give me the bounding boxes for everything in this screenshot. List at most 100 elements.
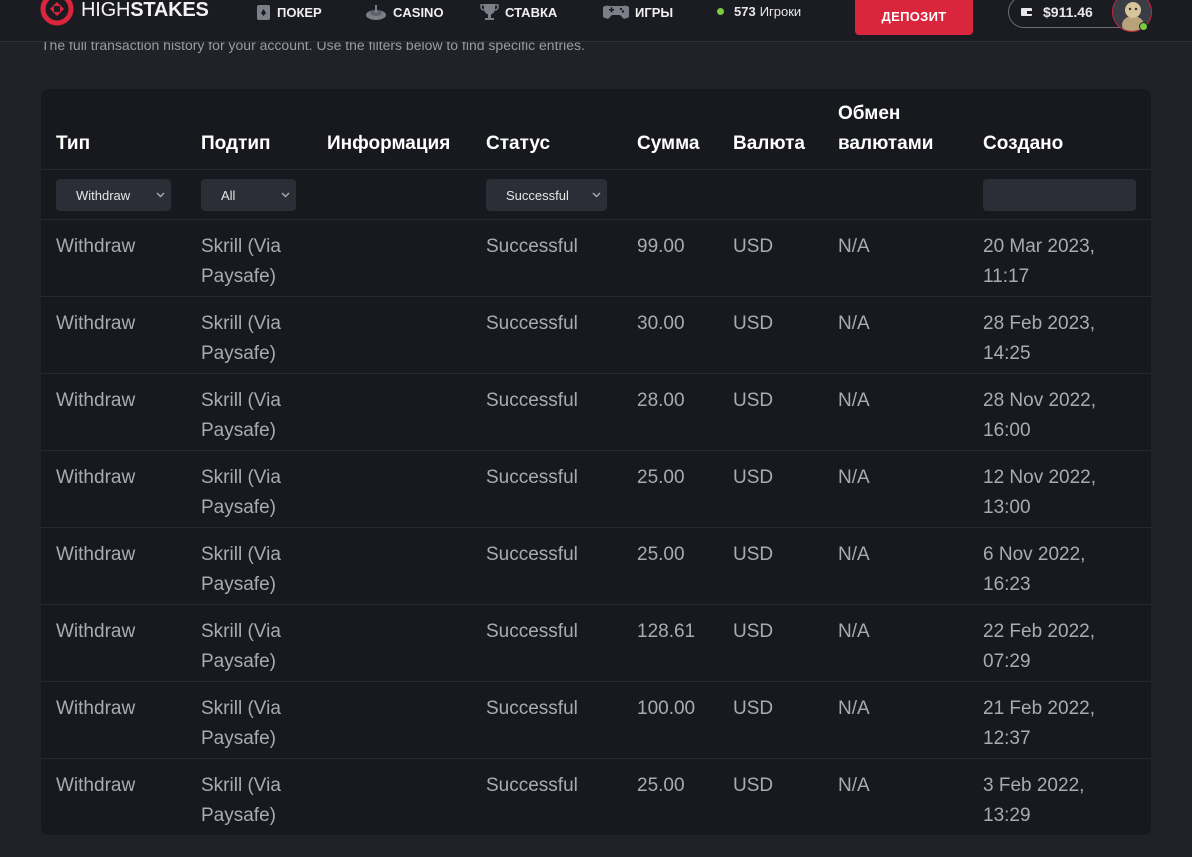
cell-amount: 128.61	[637, 621, 696, 642]
cell-type: Withdraw	[56, 390, 136, 411]
chevron-down-icon	[281, 192, 290, 198]
highstakes-logo-icon	[40, 0, 74, 26]
cell-created: 6 Nov 2022, 16:23	[983, 540, 1085, 600]
cell-currency: USD	[733, 544, 774, 565]
cell-type: Withdraw	[56, 621, 136, 642]
cell-subtype: Skrill (Via Paysafe)	[201, 232, 281, 292]
column-header-exchange-line2: валютами	[838, 133, 934, 154]
cell-created-line: 13:29	[983, 805, 1031, 826]
chevron-down-icon	[592, 192, 601, 198]
players-label: Игроки	[759, 4, 802, 19]
cell-created: 20 Mar 2023, 11:17	[983, 232, 1095, 292]
cell-subtype-line: Paysafe)	[201, 420, 276, 441]
type-filter-select[interactable]: Withdraw	[56, 179, 171, 211]
cell-type: Withdraw	[56, 467, 136, 488]
cell-status: Successful	[486, 621, 578, 642]
top-navigation-bar: HIGHSTAKES ПОКЕР CASINO СТАВКА ИГРЫ 573 …	[0, 0, 1192, 42]
cell-created-line: 16:00	[983, 420, 1031, 441]
cell-subtype-line: Paysafe)	[201, 343, 276, 364]
cell-subtype: Skrill (Via Paysafe)	[201, 463, 281, 523]
cell-exchange: N/A	[838, 467, 870, 488]
column-header-type[interactable]: Тип	[56, 129, 90, 159]
nav-games[interactable]: ИГРЫ	[603, 2, 673, 22]
cell-created-line: 6 Nov 2022,	[983, 544, 1086, 565]
cell-amount: 25.00	[637, 467, 685, 488]
table-row: Withdraw Skrill (Via Paysafe) Successful 30.…	[41, 297, 1151, 374]
cell-currency: USD	[733, 467, 774, 488]
cell-type: Withdraw	[56, 544, 136, 565]
cell-created: 3 Feb 2022, 13:29	[983, 771, 1084, 831]
table-row: Withdraw Skrill (Via Paysafe) Successful 25.…	[41, 451, 1151, 528]
cell-subtype: Skrill (Via Paysafe)	[201, 386, 281, 446]
cell-amount: 30.00	[637, 313, 685, 334]
column-header-currency[interactable]: Валюта	[733, 129, 805, 159]
column-header-exchange[interactable]: Обмен валютами	[838, 99, 933, 159]
table-row: Withdraw Skrill (Via Paysafe) Successful 25.…	[41, 759, 1151, 835]
cell-exchange: N/A	[838, 544, 870, 565]
cell-subtype: Skrill (Via Paysafe)	[201, 617, 281, 677]
cell-currency: USD	[733, 775, 774, 796]
cell-created: 21 Feb 2022, 12:37	[983, 694, 1095, 754]
nav-betting[interactable]: СТАВКА	[480, 2, 557, 22]
column-header-info[interactable]: Информация	[327, 129, 450, 159]
column-header-status[interactable]: Статус	[486, 129, 550, 159]
cell-subtype-line: Skrill (Via	[201, 467, 281, 488]
type-filter-value: Withdraw	[76, 187, 131, 203]
subtype-filter-select[interactable]: All	[201, 179, 296, 211]
status-filter-select[interactable]: Successful	[486, 179, 607, 211]
cell-subtype-line: Skrill (Via	[201, 775, 281, 796]
column-header-amount[interactable]: Сумма	[637, 129, 699, 159]
transactions-table: Тип Подтип Информация Статус Сумма Валют…	[41, 89, 1151, 835]
cell-subtype-line: Paysafe)	[201, 651, 276, 672]
cell-created-line: 22 Feb 2022,	[983, 621, 1095, 642]
cell-created-line: 11:17	[983, 266, 1030, 287]
online-players-counter: 573 Игроки	[717, 4, 801, 19]
column-header-exchange-line1: Обмен	[838, 103, 901, 124]
cell-created-line: 12 Nov 2022,	[983, 467, 1097, 488]
cell-created-line: 12:37	[983, 728, 1031, 749]
roulette-icon	[366, 4, 386, 20]
brand-name: HIGHSTAKES	[81, 0, 209, 21]
cell-created: 28 Feb 2023, 14:25	[983, 309, 1095, 369]
table-row: Withdraw Skrill (Via Paysafe) Successful 128…	[41, 605, 1151, 682]
cell-subtype-line: Skrill (Via	[201, 236, 281, 257]
table-row: Withdraw Skrill (Via Paysafe) Successful 25.…	[41, 528, 1151, 605]
cell-created-line: 16:23	[983, 574, 1031, 595]
cell-amount: 28.00	[637, 390, 685, 411]
poker-card-icon	[257, 4, 270, 20]
cell-created: 12 Nov 2022, 13:00	[983, 463, 1096, 523]
gamepad-icon	[603, 5, 629, 19]
subtype-filter-value: All	[221, 187, 236, 203]
column-header-subtype[interactable]: Подтип	[201, 129, 271, 159]
cell-type: Withdraw	[56, 775, 136, 796]
wallet-icon	[1021, 8, 1033, 16]
chevron-down-icon	[156, 192, 165, 198]
cell-amount: 99.00	[637, 236, 685, 257]
nav-poker[interactable]: ПОКЕР	[256, 2, 322, 22]
table-header: Тип Подтип Информация Статус Сумма Валют…	[41, 89, 1151, 170]
cell-exchange: N/A	[838, 621, 870, 642]
cell-created-line: 28 Feb 2023,	[983, 313, 1095, 334]
cell-created: 28 Nov 2022, 16:00	[983, 386, 1096, 446]
cell-status: Successful	[486, 390, 578, 411]
nav-games-label: ИГРЫ	[635, 4, 674, 20]
table-row: Withdraw Skrill (Via Paysafe) Successful 28.…	[41, 374, 1151, 451]
cell-subtype-line: Paysafe)	[201, 497, 276, 518]
cell-status: Successful	[486, 467, 578, 488]
balance-amount: $911.46	[1043, 4, 1093, 20]
deposit-button[interactable]: ДЕПОЗИТ	[855, 0, 973, 35]
table-row: Withdraw Skrill (Via Paysafe) Successful 100…	[41, 682, 1151, 759]
cell-type: Withdraw	[56, 698, 136, 719]
created-date-filter-input[interactable]	[983, 179, 1136, 211]
cell-currency: USD	[733, 390, 774, 411]
brand-logo[interactable]: HIGHSTAKES	[40, 0, 209, 26]
nav-poker-label: ПОКЕР	[277, 4, 322, 20]
cell-created-line: 21 Feb 2022,	[983, 698, 1095, 719]
cell-subtype-line: Skrill (Via	[201, 621, 281, 642]
cell-subtype-line: Paysafe)	[201, 728, 276, 749]
nav-casino[interactable]: CASINO	[365, 2, 444, 22]
column-header-created[interactable]: Создано	[983, 129, 1063, 159]
cell-status: Successful	[486, 313, 578, 334]
cell-subtype-line: Paysafe)	[201, 574, 276, 595]
filter-row: Withdraw All Successful	[41, 170, 1151, 220]
